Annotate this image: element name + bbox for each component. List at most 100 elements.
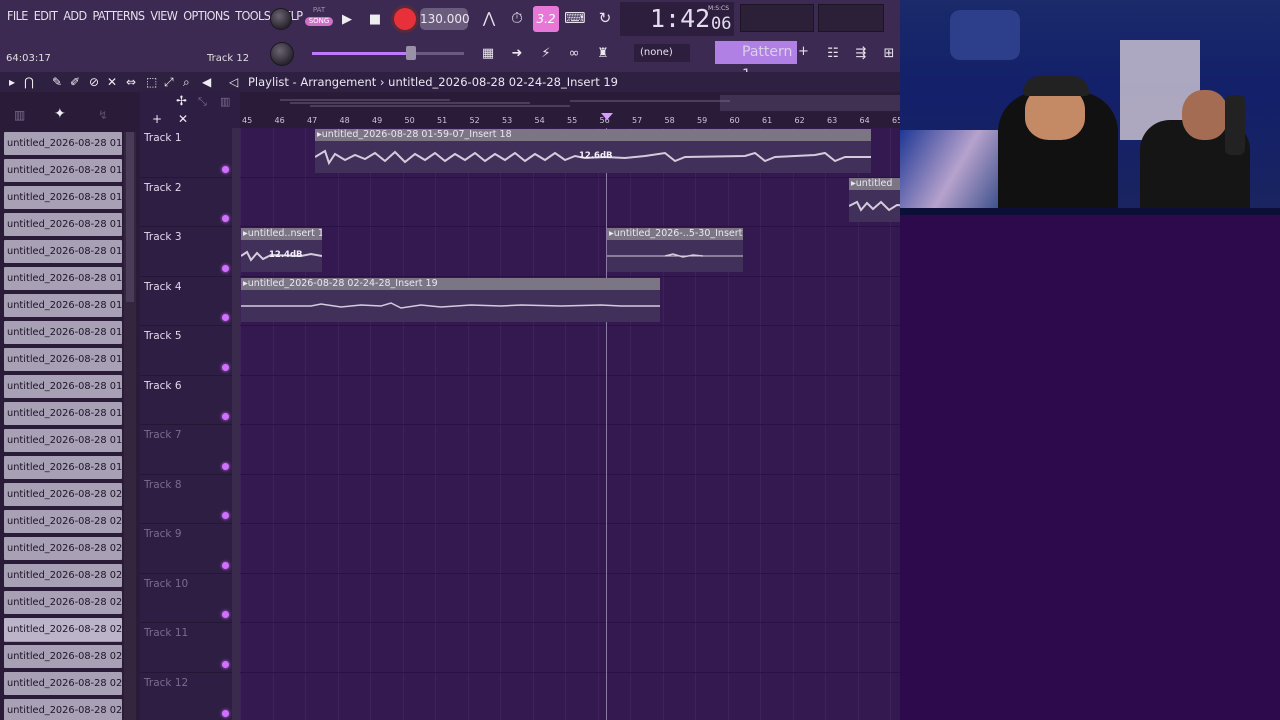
link-button[interactable]: ∞ [563, 42, 585, 64]
track-enable-led[interactable] [222, 215, 229, 222]
clip-source-item[interactable]: untitled_2026-08-28 02-... [4, 618, 122, 641]
metronome-button[interactable]: ⋀ [476, 6, 502, 30]
clip-source-item[interactable]: untitled_2026-08-28 01-... [4, 402, 122, 425]
track-header-7[interactable]: Track 7 [140, 425, 232, 475]
track-lane-6[interactable] [240, 376, 900, 425]
automation-icon[interactable]: ↯ [98, 108, 108, 122]
clip-source-item[interactable]: untitled_2026-08-28 01-... [4, 375, 122, 398]
step-edit-button[interactable]: 3.2 [533, 6, 559, 32]
options-arrow-icon[interactable]: ▸ [9, 75, 15, 89]
clip-source-item[interactable]: untitled_2026-08-28 02-... [4, 510, 122, 533]
track-header-3[interactable]: Track 3 [140, 227, 232, 277]
track-lane-5[interactable] [240, 326, 900, 376]
brush-icon[interactable]: ✐ [70, 75, 80, 89]
speaker-icon[interactable]: ◁ [229, 75, 238, 89]
track-header-11[interactable]: Track 11 [140, 623, 232, 673]
track-enable-led[interactable] [222, 314, 229, 321]
track-header-6[interactable]: Track 6 [140, 376, 232, 425]
browser-button[interactable]: ⇶ [850, 42, 872, 64]
menu-view[interactable]: VIEW [147, 8, 180, 23]
audio-clip-track-2[interactable]: ▸untitled [849, 178, 900, 222]
track-header-5[interactable]: Track 5 [140, 326, 232, 376]
pat-song-toggle[interactable]: PAT SONG [305, 6, 333, 34]
menu-add[interactable]: ADD [60, 8, 89, 23]
track-header-12[interactable]: Track 12 [140, 673, 232, 720]
stop-button[interactable]: ■ [363, 7, 387, 31]
master-volume-knob[interactable] [270, 8, 292, 30]
clip-source-item[interactable]: untitled_2026-08-28 01-... [4, 132, 122, 155]
track-header-8[interactable]: Track 8 [140, 475, 232, 524]
track-header-4[interactable]: Track 4 [140, 277, 232, 326]
add-track-icon[interactable]: + [152, 112, 162, 126]
plugin-picker-button[interactable]: ⚡ [535, 42, 557, 64]
track-lane-7[interactable] [240, 425, 900, 475]
track-header-9[interactable]: Track 9 [140, 524, 232, 574]
clip-source-item[interactable]: untitled_2026-08-28 01-... [4, 429, 122, 452]
clip-source-item[interactable]: untitled_2026-08-28 01-... [4, 186, 122, 209]
typing-keyboard-button[interactable]: ⌨ [562, 6, 588, 30]
tempo-display[interactable]: 130.000 [420, 8, 470, 30]
slip-icon[interactable]: ⇔ [126, 75, 136, 89]
clip-source-item[interactable]: untitled_2026-08-28 02-... [4, 483, 122, 506]
menu-patterns[interactable]: PATTERNS [90, 8, 148, 23]
track-enable-led[interactable] [222, 413, 229, 420]
channel-rack-button[interactable]: ➜ [506, 42, 528, 64]
link-track-icon[interactable]: ⤡ [198, 95, 207, 109]
track-lane-12[interactable] [240, 673, 900, 720]
track-lane-3[interactable] [240, 227, 900, 277]
clip-source-item[interactable]: untitled_2026-08-28 01-... [4, 240, 122, 263]
track-enable-led[interactable] [222, 462, 229, 470]
clip-header[interactable]: ▸untitled_2026-08-28 02-24-28_Insert 19 [241, 278, 660, 290]
stamp-button[interactable]: ♜ [592, 42, 614, 64]
menu-file[interactable]: FILE [4, 8, 31, 23]
audio-clip-track-3-b[interactable]: ▸untitled_2026-..5-30_Insert 19 [607, 228, 743, 272]
audio-clip-track-3-a[interactable]: ▸untitled..nsert 18 12.4dB [241, 228, 322, 272]
midi-selector[interactable]: (none) [634, 44, 690, 62]
track-enable-led[interactable] [222, 611, 229, 618]
audio-clip-track-4[interactable]: ▸untitled_2026-08-28 02-24-28_Insert 19 [241, 278, 660, 322]
track-enable-led[interactable] [222, 660, 229, 668]
clip-source-item[interactable]: untitled_2026-08-28 02-... [4, 699, 122, 720]
clip-source-item[interactable]: untitled_2026-08-28 01-... [4, 456, 122, 479]
clip-source-item[interactable]: untitled_2026-08-28 01-... [4, 159, 122, 182]
track-lane-11[interactable] [240, 623, 900, 673]
master-volume-slider-handle[interactable] [406, 46, 416, 60]
clip-source-item[interactable]: untitled_2026-08-28 02-... [4, 537, 122, 560]
clip-header[interactable]: ▸untitled_2026-08-28 01-59-07_Insert 18 [315, 129, 871, 141]
track-header-2[interactable]: Track 2 [140, 178, 232, 227]
clip-source-item[interactable]: untitled_2026-08-28 02-... [4, 591, 122, 614]
zoom-icon[interactable]: ⤢ [164, 75, 174, 90]
track-lane-2[interactable] [240, 178, 900, 227]
play-button[interactable]: ▶ [335, 7, 359, 31]
menu-edit[interactable]: EDIT [31, 8, 61, 23]
mute-icon[interactable]: ✕ [107, 75, 117, 89]
pattern-list-icon[interactable]: ▥ [14, 108, 25, 122]
track-lane-10[interactable] [240, 574, 900, 623]
track-enable-led[interactable] [222, 710, 229, 717]
clip-source-item[interactable]: untitled_2026-08-28 01-... [4, 213, 122, 236]
song-position-clock[interactable]: 1:42 M:S:CS 06 [620, 2, 734, 36]
track-enable-led[interactable] [222, 363, 229, 371]
clip-list-scrollbar[interactable] [124, 132, 136, 720]
clip-source-item[interactable]: untitled_2026-08-28 01-... [4, 267, 122, 290]
wait-record-button[interactable]: ⏱ [504, 6, 530, 30]
search-icon[interactable]: ⌕ [183, 75, 190, 90]
piano-roll-button[interactable]: ▦ [477, 42, 499, 64]
clip-source-item[interactable]: untitled_2026-08-28 02-... [4, 645, 122, 668]
track-header-resize-grip[interactable] [232, 128, 240, 720]
delete-icon[interactable]: ⊘ [89, 75, 99, 89]
audio-clip-icon[interactable]: ✦ [54, 106, 66, 122]
clip-source-item[interactable]: untitled_2026-08-28 02-... [4, 672, 122, 695]
remove-track-icon[interactable]: ✕ [178, 112, 188, 126]
menu-tools[interactable]: TOOLS [232, 8, 273, 23]
playback-icon[interactable]: ◀ [202, 75, 211, 89]
clip-source-item[interactable]: untitled_2026-08-28 01-... [4, 321, 122, 344]
track-lane-8[interactable] [240, 475, 900, 524]
track-enable-led[interactable] [222, 561, 229, 569]
clip-list-scroll-thumb[interactable] [126, 132, 134, 302]
loop-record-button[interactable]: ↻ [592, 6, 618, 30]
track-enable-led[interactable] [222, 512, 229, 519]
track-header-10[interactable]: Track 10 [140, 574, 232, 623]
track-header-1[interactable]: Track 1 [140, 128, 232, 178]
pattern-selector[interactable]: Pattern 1 [715, 41, 797, 83]
